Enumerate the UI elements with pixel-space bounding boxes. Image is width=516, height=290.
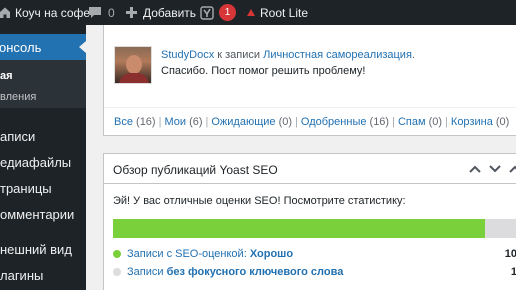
comments-menu[interactable]: 0: [88, 0, 115, 25]
move-up-button[interactable]: [466, 160, 484, 178]
sidebar-submenu: ая вления: [0, 60, 86, 108]
seo-row-count: 10: [504, 248, 516, 260]
comment-post-suffix: .: [411, 49, 415, 61]
comment-post-link[interactable]: Личностная самореализация: [263, 49, 412, 61]
filter-mine[interactable]: Мои: [164, 116, 186, 128]
sidebar-item-posts[interactable]: аписи: [0, 129, 86, 144]
seo-row-bold: без фокусного ключевого слова: [166, 266, 344, 278]
seo-score-bar: [113, 219, 516, 238]
admin-bar: Коуч на софе 0 Добавить 1 Root Lite: [0, 0, 516, 25]
admin-sidebar: онсоль ая вления аписи едиафайлы траницы…: [0, 25, 86, 290]
submenu-item-home[interactable]: ая: [0, 70, 13, 82]
filter-all-count: (16): [132, 116, 156, 128]
add-new-label: Добавить: [143, 5, 197, 20]
seo-row-no-keyword: Записи без фокусного ключевого слова 1: [113, 266, 516, 278]
filter-trash-count: (0): [492, 116, 510, 128]
root-lite-label: Root Lite: [260, 5, 309, 20]
status-dot: [113, 250, 121, 258]
yoast-intro-text: Эй! У вас отличные оценки SEO! Посмотрит…: [113, 195, 406, 207]
chevron-up-icon: [469, 165, 481, 173]
sidebar-item-label: онсоль: [0, 39, 42, 55]
root-lite-menu[interactable]: Root Lite: [247, 0, 308, 25]
plus-icon: [126, 7, 137, 18]
comment-filters: Все (16) | Мои (6) | Ожидающие (0) | Одобренны…: [114, 116, 509, 128]
toggle-panel-button[interactable]: [506, 160, 516, 178]
comment-bubble-icon: [88, 6, 102, 19]
seo-score-bar-good: [113, 219, 485, 238]
submenu-item-updates[interactable]: вления: [0, 91, 36, 103]
filter-trash[interactable]: Корзина: [451, 116, 493, 128]
seo-row-count: 1: [510, 266, 516, 278]
filter-separator: |: [392, 116, 395, 128]
comment-author-link[interactable]: StudyDocx: [161, 49, 214, 61]
filter-mine-count: (6): [186, 116, 203, 128]
status-dot: [113, 268, 121, 276]
filter-pending-count: (0): [275, 116, 293, 128]
filter-spam[interactable]: Спам: [398, 116, 426, 128]
comments-count: 0: [108, 5, 115, 20]
move-down-button[interactable]: [486, 160, 504, 178]
site-name-link[interactable]: Коуч на софе: [15, 0, 90, 25]
yoast-menu[interactable]: 1: [200, 0, 236, 25]
yoast-logo-icon: [200, 5, 214, 20]
sidebar-item-plugins[interactable]: лагины: [0, 268, 86, 283]
avatar: [114, 46, 152, 84]
seo-row-good: Записи с SEO-оценкой: Хорошо 10: [113, 248, 516, 260]
divider: [104, 107, 516, 108]
yoast-notification-badge: 1: [219, 4, 236, 21]
yoast-overview-card: Обзор публикаций Yoast SEO Эй! У вас отл…: [103, 153, 516, 290]
caret-up-icon: [509, 165, 516, 173]
filter-separator: |: [445, 116, 448, 128]
card-title: Обзор публикаций Yoast SEO: [113, 163, 278, 177]
filter-approved-count: (16): [366, 116, 390, 128]
seo-row-prefix: Записи: [127, 266, 167, 278]
sidebar-item-dashboard[interactable]: онсоль: [0, 34, 86, 60]
add-new-menu[interactable]: Добавить: [126, 0, 196, 25]
sidebar-item-comments[interactable]: омментарии: [0, 207, 86, 222]
filter-separator: |: [205, 116, 209, 128]
comment-meta: StudyDocx к записи Личностная самореализ…: [161, 49, 415, 61]
comment-text: Спасибо. Пост помог решить проблему!: [161, 65, 366, 77]
home-icon[interactable]: [0, 0, 11, 25]
recent-comments-card: StudyDocx к записи Личностная самореализ…: [103, 25, 516, 136]
sidebar-item-media[interactable]: едиафайлы: [0, 155, 86, 170]
triangle-up-icon: [247, 9, 255, 16]
filter-pending[interactable]: Ожидающие: [211, 116, 275, 128]
filter-separator: |: [295, 116, 298, 128]
filter-separator: |: [158, 116, 162, 128]
comment-on-text: к записи: [214, 49, 264, 61]
seo-row-bold: Хорошо: [249, 248, 294, 260]
sidebar-item-pages[interactable]: траницы: [0, 181, 86, 196]
seo-row-prefix: Записи с SEO-оценкой:: [127, 248, 250, 260]
filter-approved[interactable]: Одобренные: [301, 116, 367, 128]
filter-all[interactable]: Все: [114, 116, 133, 128]
seo-row-good-link[interactable]: Записи с SEO-оценкой: Хорошо: [127, 248, 293, 260]
sidebar-item-appearance[interactable]: нешний вид: [0, 242, 86, 257]
seo-row-no-keyword-link[interactable]: Записи без фокусного ключевого слова: [127, 266, 343, 278]
chevron-down-icon: [489, 165, 501, 173]
card-header: Обзор публикаций Yoast SEO: [104, 154, 516, 184]
filter-spam-count: (0): [425, 116, 443, 128]
